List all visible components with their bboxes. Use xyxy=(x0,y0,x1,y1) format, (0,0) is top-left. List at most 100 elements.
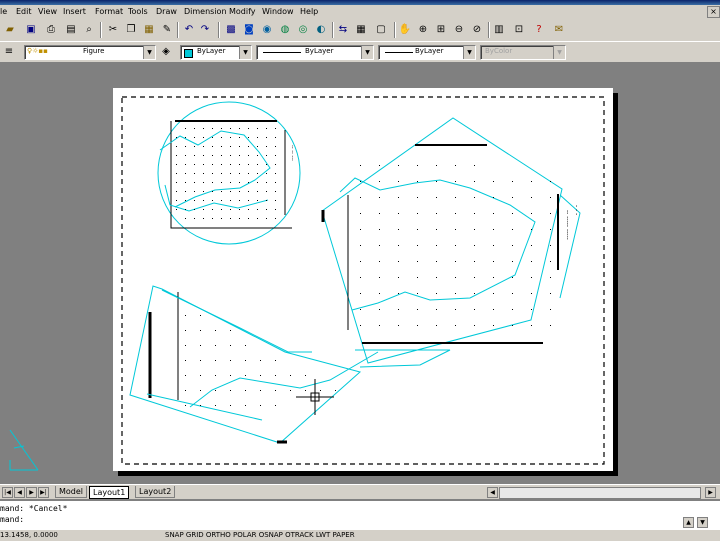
grid-dot xyxy=(257,155,258,156)
tab-model[interactable]: Model xyxy=(55,486,88,498)
grid-dot xyxy=(203,200,204,201)
scroll-up-icon[interactable]: ▲ xyxy=(683,517,694,528)
drawing-canvas[interactable]: -- -- --- -- ----- ----- - - - xyxy=(0,0,720,540)
grid-dot xyxy=(239,209,240,210)
grid-dot xyxy=(257,146,258,147)
grid-dot xyxy=(455,181,456,182)
grid-dot xyxy=(417,325,418,326)
grid-dot xyxy=(266,200,267,201)
grid-dot xyxy=(474,165,475,166)
grid-dot xyxy=(203,128,204,129)
grid-dot xyxy=(239,164,240,165)
circular-viewport-border xyxy=(157,101,301,245)
grid-dot xyxy=(260,360,261,361)
grid-dot xyxy=(455,309,456,310)
grid-dot xyxy=(512,325,513,326)
grid-dot xyxy=(436,165,437,166)
grid-dot xyxy=(230,191,231,192)
grid-dot xyxy=(512,293,513,294)
grid-dot xyxy=(436,181,437,182)
first-tab-icon[interactable]: |◀ xyxy=(2,487,13,498)
grid-dot xyxy=(360,213,361,214)
grid-dot xyxy=(379,293,380,294)
previous-tab-icon[interactable]: ◀ xyxy=(14,487,25,498)
grid-dot xyxy=(275,390,276,391)
grid-dot xyxy=(436,325,437,326)
grid-dot xyxy=(417,261,418,262)
grid-dot xyxy=(185,128,186,129)
command-history-line: mand: *Cancel* xyxy=(0,504,68,513)
grid-dot xyxy=(305,390,306,391)
grid-dot xyxy=(455,325,456,326)
grid-dot xyxy=(230,330,231,331)
grid-dot xyxy=(335,390,336,391)
grid-dot xyxy=(398,229,399,230)
grid-dot xyxy=(221,182,222,183)
grid-dot xyxy=(493,309,494,310)
grid-dot xyxy=(185,345,186,346)
grid-dot xyxy=(203,218,204,219)
viewport-dimension-text: -- -- --- xyxy=(289,145,295,161)
horizontal-scrollbar[interactable] xyxy=(499,487,701,499)
grid-dot xyxy=(245,375,246,376)
scroll-left-icon[interactable]: ◀ xyxy=(487,487,498,498)
grid-dot xyxy=(360,261,361,262)
grid-dot xyxy=(230,182,231,183)
grid-dot xyxy=(398,293,399,294)
grid-dot xyxy=(185,182,186,183)
viewport-outline-polyline xyxy=(146,393,263,421)
grid-dot xyxy=(417,293,418,294)
grid-dot xyxy=(455,229,456,230)
next-tab-icon[interactable]: ▶ xyxy=(26,487,37,498)
grid-dot xyxy=(221,200,222,201)
grid-dot xyxy=(266,128,267,129)
grid-dot xyxy=(230,164,231,165)
grid-dot xyxy=(531,213,532,214)
grid-dot xyxy=(398,245,399,246)
grid-dot xyxy=(266,182,267,183)
lower-left-viewport[interactable] xyxy=(129,285,379,444)
grid-dot xyxy=(275,405,276,406)
grid-dot xyxy=(474,261,475,262)
grid-dot xyxy=(185,173,186,174)
grid-dot xyxy=(512,309,513,310)
grid-dot xyxy=(417,165,418,166)
drafting-toggles[interactable]: SNAP GRID ORTHO POLAR OSNAP OTRACK LWT P… xyxy=(165,531,355,539)
pentagon-viewport[interactable]: -- ----- ----- - - - xyxy=(321,117,581,368)
grid-dot xyxy=(185,375,186,376)
viewport-outline-polyline xyxy=(339,177,536,311)
grid-dot xyxy=(212,209,213,210)
command-prompt-line[interactable]: mand: xyxy=(0,515,24,524)
grid-dot xyxy=(215,345,216,346)
lower-left-viewport-border xyxy=(129,285,362,444)
grid-dot xyxy=(474,229,475,230)
last-tab-icon[interactable]: ▶| xyxy=(38,487,49,498)
scroll-right-icon[interactable]: ▶ xyxy=(705,487,716,498)
grid-dot xyxy=(417,277,418,278)
tab-layout2[interactable]: Layout2 xyxy=(135,486,176,498)
grid-dot xyxy=(230,200,231,201)
grid-dot xyxy=(260,405,261,406)
grid-dot xyxy=(245,345,246,346)
grid-dot xyxy=(230,405,231,406)
grid-dot xyxy=(474,245,475,246)
grid-dot xyxy=(455,245,456,246)
grid-dot xyxy=(221,191,222,192)
grid-dot xyxy=(360,325,361,326)
viewport-geometry-line xyxy=(170,121,292,229)
grid-dot xyxy=(200,405,201,406)
grid-dot xyxy=(257,191,258,192)
grid-dot xyxy=(257,164,258,165)
tab-layout1[interactable]: Layout1 xyxy=(89,486,130,499)
scroll-down-icon[interactable]: ▼ xyxy=(697,517,708,528)
grid-dot xyxy=(239,137,240,138)
grid-dot xyxy=(379,277,380,278)
grid-dot xyxy=(215,330,216,331)
grid-dot xyxy=(493,293,494,294)
command-window[interactable]: mand: *Cancel* mand: ▲ ▼ xyxy=(0,499,720,531)
grid-dot xyxy=(398,261,399,262)
circular-viewport[interactable]: -- -- --- xyxy=(157,101,301,245)
grid-dot xyxy=(221,155,222,156)
grid-dot xyxy=(550,309,551,310)
grid-dot xyxy=(275,375,276,376)
